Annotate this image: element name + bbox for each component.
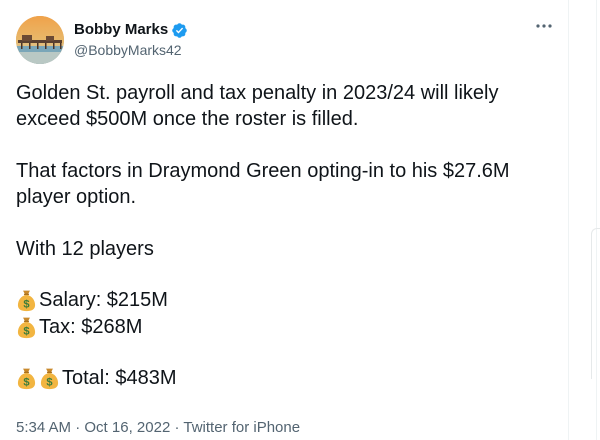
money-bag-icon: $ [17, 290, 36, 311]
svg-text:$: $ [46, 376, 53, 388]
money-bag-icon: $ [17, 368, 36, 389]
display-name[interactable]: Bobby Marks [74, 20, 168, 40]
tax-line: $ Tax: $268M [16, 313, 561, 340]
rail-panel-edge [591, 228, 600, 379]
tweet-paragraph-payroll: Golden St. payroll and tax penalty in 20… [16, 82, 505, 130]
tweet-card: Bobby Marks @BobbyMarks42 Golden St. pay… [0, 0, 600, 440]
right-rail [569, 0, 600, 440]
total-text: Total: $483M [62, 366, 177, 389]
avatar-photo [16, 16, 64, 64]
tweet-metadata: 5:34 AM · Oct 16, 2022 · Twitter for iPh… [16, 418, 300, 438]
tweet-date[interactable]: Oct 16, 2022 [84, 419, 170, 436]
tweet-header: Bobby Marks @BobbyMarks42 [16, 16, 556, 66]
tweet-paragraph-option: That factors in Draymond Green opting-in… [16, 160, 516, 208]
svg-text:$: $ [23, 298, 30, 310]
tweet-time[interactable]: 5:34 AM [16, 419, 71, 436]
author-info: Bobby Marks @BobbyMarks42 [74, 20, 188, 60]
svg-text:$: $ [23, 325, 30, 337]
money-bag-icon: $ [40, 368, 59, 389]
svg-text:$: $ [23, 376, 30, 388]
salary-text: Salary: $215M [39, 288, 168, 311]
meta-separator: · [71, 419, 85, 436]
tweet-body: Golden St. payroll and tax penalty in 20… [16, 80, 561, 391]
meta-separator: · [170, 419, 184, 436]
verified-badge-icon [172, 22, 187, 38]
tweet-paragraph-players: With 12 players [16, 238, 154, 260]
money-bag-icon: $ [17, 317, 36, 338]
tweet-source[interactable]: Twitter for iPhone [183, 419, 300, 436]
more-horizontal-icon [536, 24, 552, 28]
name-row: Bobby Marks [74, 20, 188, 40]
tax-text: Tax: $268M [39, 315, 143, 338]
salary-line: $ Salary: $215M [16, 286, 561, 313]
more-options-icon[interactable] [532, 18, 556, 38]
total-line: $ $ Total: $483M [16, 364, 561, 391]
avatar[interactable] [16, 16, 64, 64]
user-handle[interactable]: @BobbyMarks42 [74, 40, 188, 60]
